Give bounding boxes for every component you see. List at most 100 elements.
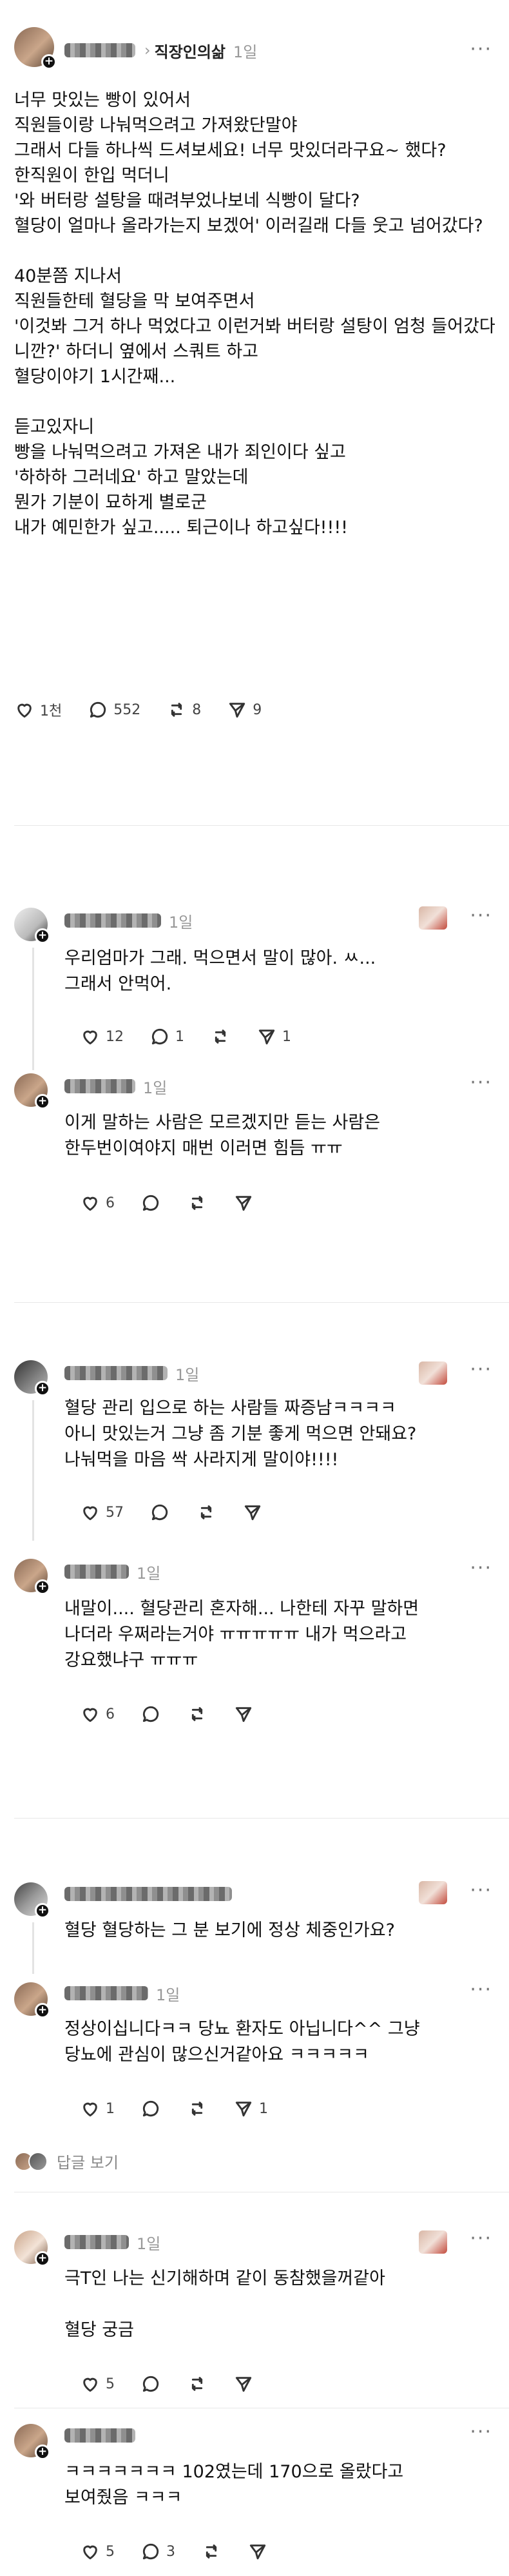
more-options-icon[interactable]: ··· <box>470 2423 492 2442</box>
reply-time: 1일 <box>175 1365 200 1384</box>
reply-text: ㅋㅋㅋㅋㅋㅋㅋ 102였는데 170으로 올랐다고 보여줬음 ㅋㅋㅋ <box>64 2462 404 2508</box>
more-options-icon[interactable]: ··· <box>470 906 492 926</box>
more-options-icon[interactable]: ··· <box>470 1360 492 1380</box>
share-button[interactable] <box>233 1704 254 1724</box>
blurred-username[interactable] <box>64 2235 129 2249</box>
comment-button[interactable] <box>140 1193 161 1213</box>
comment-count: 1 <box>175 1028 184 1045</box>
send-icon <box>249 2544 266 2560</box>
send-icon <box>229 703 245 718</box>
share-count: 1 <box>259 2100 268 2117</box>
more-options-icon[interactable]: ··· <box>470 1980 492 2000</box>
reply-avatar[interactable]: + <box>14 1882 50 1918</box>
follow-plus-icon[interactable]: + <box>35 2444 50 2460</box>
reply-avatar[interactable]: + <box>14 908 50 944</box>
comment-button[interactable]: 1 <box>149 1026 184 1047</box>
follow-plus-icon[interactable]: + <box>35 1579 50 1595</box>
author-avatar[interactable]: + <box>14 27 57 70</box>
blurred-username[interactable] <box>64 913 161 928</box>
share-button[interactable] <box>242 1502 263 1523</box>
divider <box>14 825 509 826</box>
comment-count: 552 <box>113 701 141 718</box>
follow-plus-icon[interactable]: + <box>41 54 57 70</box>
follow-plus-icon[interactable]: + <box>35 928 50 944</box>
repost-button[interactable] <box>196 1502 216 1523</box>
repost-button[interactable] <box>210 1026 231 1047</box>
comment-icon <box>151 1028 168 1045</box>
follow-plus-icon[interactable]: + <box>35 2251 50 2267</box>
replier-avatar <box>28 2151 48 2171</box>
like-button[interactable]: 6 <box>80 1704 115 1724</box>
follow-plus-icon[interactable]: + <box>35 1094 50 1109</box>
like-button[interactable]: 1 <box>80 2098 115 2119</box>
share-button[interactable] <box>247 2541 268 2562</box>
follow-plus-icon[interactable]: + <box>35 2003 50 2018</box>
repost-button[interactable]: 8 <box>166 699 201 720</box>
divider <box>14 1818 509 1819</box>
comment-icon <box>151 1504 168 1521</box>
share-count: 9 <box>253 701 262 718</box>
follow-plus-icon[interactable]: + <box>35 1903 50 1918</box>
reply-avatar[interactable]: + <box>14 2230 50 2267</box>
comment-button[interactable] <box>140 1704 161 1724</box>
reply-header: 1일 <box>64 1980 180 2006</box>
comment-button[interactable] <box>140 2098 161 2119</box>
reply-header: 1일 <box>64 1360 199 1386</box>
like-button[interactable]: 1천 <box>14 699 62 720</box>
reply-text: 내말이.... 혈당관리 혼자해... 나한테 자꾸 말하면 나더라 우쩌라는거… <box>64 1599 419 1670</box>
blurred-username[interactable] <box>64 1366 168 1380</box>
view-replies-link[interactable]: 답글 보기 <box>14 2150 119 2172</box>
more-options-icon[interactable]: ··· <box>470 1073 492 1093</box>
blurred-username[interactable] <box>64 1079 135 1093</box>
repost-button[interactable] <box>201 2541 222 2562</box>
like-button[interactable]: 5 <box>80 2374 115 2394</box>
heart-icon <box>83 2545 97 2560</box>
like-button[interactable]: 6 <box>80 1193 115 1213</box>
more-options-icon[interactable]: ··· <box>470 2229 492 2249</box>
blurred-username[interactable] <box>64 43 135 57</box>
blurred-username[interactable] <box>64 1565 129 1579</box>
share-button[interactable]: 9 <box>227 699 262 720</box>
blurred-username[interactable] <box>64 1986 148 2000</box>
reply-text: 혈당 혈당하는 그 분 보기에 정상 체중인가요? <box>64 1920 395 1940</box>
share-button[interactable] <box>233 2374 254 2394</box>
profile-sticker <box>419 906 447 930</box>
repost-button[interactable] <box>187 2374 207 2394</box>
reply-avatar[interactable]: + <box>14 1360 50 1396</box>
more-options-icon[interactable]: ··· <box>470 1881 492 1900</box>
reply-avatar[interactable]: + <box>14 1559 50 1595</box>
blurred-username[interactable] <box>64 1887 232 1901</box>
heart-icon <box>83 1708 97 1722</box>
reply-text: 이게 말하는 사람은 모르겠지만 듣는 사람은 한두번이여야지 매번 이러면 힘… <box>64 1113 381 1158</box>
like-button[interactable]: 57 <box>80 1502 124 1523</box>
reply-avatar[interactable]: + <box>14 2424 50 2460</box>
repost-icon <box>200 1505 212 1519</box>
reply-time: 1일 <box>137 2234 161 2253</box>
heart-icon <box>83 2377 97 2392</box>
more-options-icon[interactable]: ··· <box>470 1559 492 1578</box>
comment-button[interactable] <box>140 2374 161 2394</box>
repost-button[interactable] <box>187 2098 207 2119</box>
comment-button[interactable]: 552 <box>88 699 140 720</box>
comment-button[interactable] <box>149 1502 170 1523</box>
reply-time: 1일 <box>143 1078 168 1097</box>
share-button[interactable]: 1 <box>233 2098 268 2119</box>
repost-button[interactable] <box>187 1193 207 1213</box>
follow-plus-icon[interactable]: + <box>35 1381 50 1396</box>
more-options-icon[interactable]: ··· <box>470 40 492 59</box>
comment-button[interactable]: 3 <box>140 2541 175 2562</box>
share-button[interactable]: 1 <box>256 1026 291 1047</box>
repost-icon <box>191 2377 203 2391</box>
send-icon <box>244 1505 261 1521</box>
like-button[interactable]: 12 <box>80 1026 124 1047</box>
community-name[interactable]: 직장인의삶 <box>155 39 226 62</box>
reply-header: 1일 <box>64 1073 167 1099</box>
reply-avatar[interactable]: + <box>14 1073 50 1109</box>
heart-icon <box>17 703 32 718</box>
blurred-username[interactable] <box>64 2428 135 2443</box>
like-button[interactable]: 5 <box>80 2541 115 2562</box>
share-button[interactable] <box>233 1193 254 1213</box>
repost-button[interactable] <box>187 1704 207 1724</box>
repost-icon <box>171 703 182 717</box>
reply-avatar[interactable]: + <box>14 1982 50 2018</box>
